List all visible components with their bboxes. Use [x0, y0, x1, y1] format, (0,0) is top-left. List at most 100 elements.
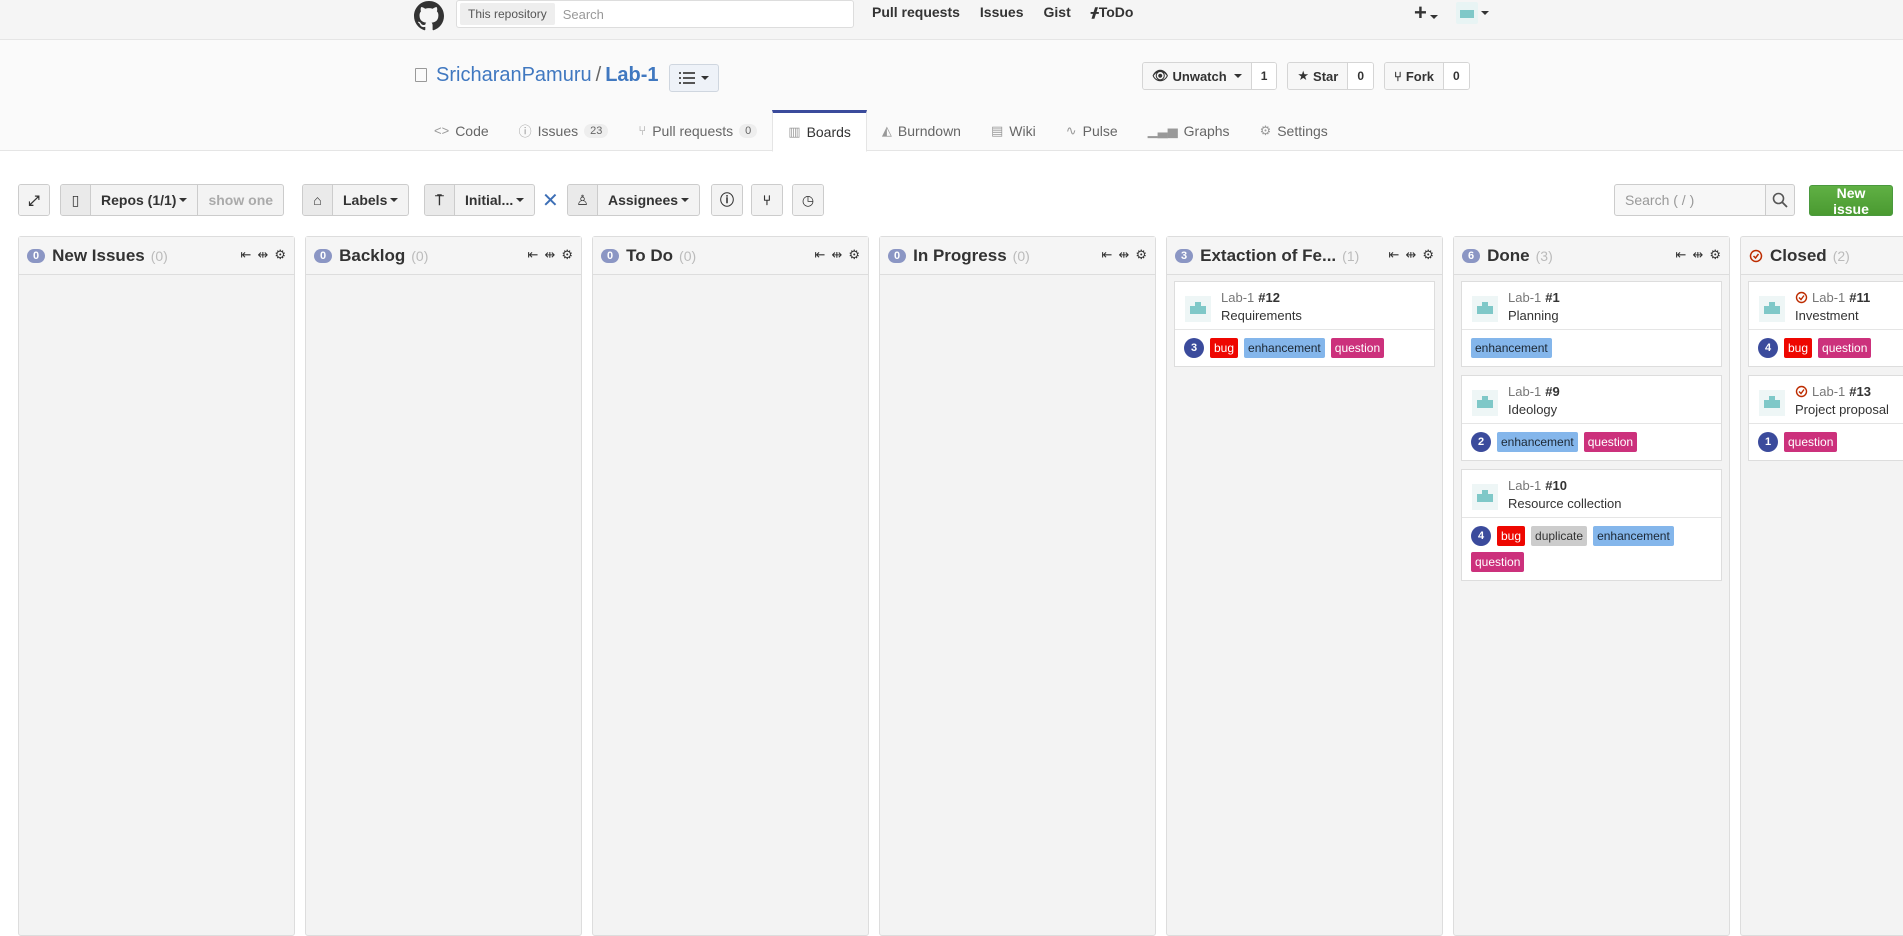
collapse-left-icon[interactable]: ⇤: [1102, 247, 1113, 263]
label-question[interactable]: question: [1583, 432, 1638, 452]
tab-issues[interactable]: ⓘ Issues 23: [504, 110, 624, 151]
nav-gist[interactable]: Gist: [1044, 4, 1071, 21]
nav-todo[interactable]: ᚋToDo: [1091, 4, 1134, 21]
card-title[interactable]: Planning: [1508, 308, 1560, 323]
label-enhancement[interactable]: enhancement: [1244, 338, 1325, 358]
card-title[interactable]: Project proposal: [1795, 402, 1889, 417]
issues-toggle-button[interactable]: ⓘ: [711, 184, 743, 216]
label-question[interactable]: question: [1818, 338, 1872, 358]
collapse-left-icon[interactable]: ⇤: [1676, 247, 1687, 263]
column-header[interactable]: 0 Backlog (0) ⇤ ⇹ ⚙: [306, 237, 581, 275]
card-repo[interactable]: Lab-1: [1508, 290, 1541, 305]
gear-icon[interactable]: ⚙: [274, 247, 286, 263]
star-count[interactable]: 0: [1348, 63, 1374, 89]
tab-settings[interactable]: ⚙ Settings: [1245, 110, 1343, 151]
tab-burndown[interactable]: ◭ Burndown: [867, 110, 976, 151]
label-bug[interactable]: bug: [1210, 338, 1239, 358]
nav-pull-requests[interactable]: Pull requests: [872, 4, 960, 21]
label-duplicate[interactable]: duplicate: [1531, 526, 1588, 546]
expand-column-icon[interactable]: ⇹: [1692, 247, 1703, 263]
collapse-left-icon[interactable]: ⇤: [1389, 247, 1400, 263]
card-number[interactable]: #10: [1545, 478, 1567, 493]
tab-code[interactable]: <> Code: [419, 110, 504, 151]
expand-column-icon[interactable]: ⇹: [1118, 247, 1129, 263]
card-repo[interactable]: Lab-1: [1508, 478, 1541, 493]
new-issue-button[interactable]: New issue: [1809, 185, 1893, 217]
fork-count[interactable]: 0: [1444, 63, 1469, 89]
watch-button[interactable]: 👁 Unwatch 1: [1142, 62, 1278, 90]
card-number[interactable]: #11: [1849, 290, 1870, 305]
pull-requests-toggle-button[interactable]: ⑂: [751, 184, 783, 216]
column-header[interactable]: 3 Extaction of Fe... (1) ⇤ ⇹ ⚙: [1167, 237, 1442, 275]
expand-column-icon[interactable]: ⇹: [831, 247, 842, 263]
show-one-button[interactable]: show one: [197, 185, 283, 215]
star-button[interactable]: ★ Star 0: [1287, 62, 1375, 90]
gear-icon[interactable]: ⚙: [1709, 247, 1721, 263]
expand-column-icon[interactable]: ⇹: [257, 247, 268, 263]
nav-issues[interactable]: Issues: [980, 4, 1024, 21]
card-number[interactable]: #13: [1849, 384, 1871, 399]
board-search-input[interactable]: [1614, 184, 1766, 216]
column-header[interactable]: 0 To Do (0) ⇤ ⇹ ⚙: [593, 237, 868, 275]
card-repo[interactable]: Lab-1: [1812, 384, 1845, 399]
collapse-left-icon[interactable]: ⇤: [241, 247, 252, 263]
gear-icon[interactable]: ⚙: [1422, 247, 1434, 263]
board-search-button[interactable]: [1765, 184, 1795, 216]
card-repo[interactable]: Lab-1: [1508, 384, 1541, 399]
issue-card[interactable]: Lab-1 #13 Project proposal 1 question: [1748, 375, 1903, 461]
clear-milestone-icon[interactable]: ✕: [542, 188, 559, 213]
card-repo[interactable]: Lab-1: [1812, 290, 1845, 305]
card-title[interactable]: Ideology: [1508, 402, 1560, 417]
assignees-filter[interactable]: ♙ Assignees: [567, 184, 701, 216]
tab-pull-requests[interactable]: ⑂ Pull requests 0: [623, 110, 772, 151]
card-title[interactable]: Resource collection: [1508, 496, 1621, 511]
issue-card[interactable]: Lab-1 #11 Investment 4 bug question: [1748, 281, 1903, 367]
labels-filter[interactable]: ⌂ Labels: [302, 184, 410, 216]
tab-pulse[interactable]: ∿ Pulse: [1051, 110, 1133, 151]
card-number[interactable]: #1: [1545, 290, 1559, 305]
tab-wiki[interactable]: ▤ Wiki: [976, 110, 1051, 151]
issue-card[interactable]: Lab-1 #1 Planning enhancement: [1461, 281, 1722, 367]
card-number[interactable]: #12: [1258, 290, 1280, 305]
gear-icon[interactable]: ⚙: [848, 247, 860, 263]
label-bug[interactable]: bug: [1784, 338, 1813, 358]
label-enhancement[interactable]: enhancement: [1471, 338, 1552, 358]
create-new-button[interactable]: +: [1414, 2, 1438, 24]
milestone-filter[interactable]: ⍑ Initial...: [424, 184, 536, 216]
column-header[interactable]: 0 In Progress (0) ⇤ ⇹ ⚙: [880, 237, 1155, 275]
fullscreen-button[interactable]: ⤢: [18, 184, 50, 216]
closed-toggle-button[interactable]: ◷: [792, 184, 824, 216]
github-logo-icon[interactable]: [413, 0, 445, 32]
repos-filter[interactable]: ▯ Repos (1/1) show one: [60, 184, 285, 216]
column-header[interactable]: Closed (2): [1741, 237, 1903, 275]
label-enhancement[interactable]: enhancement: [1497, 432, 1578, 452]
collapse-left-icon[interactable]: ⇤: [528, 247, 539, 263]
gear-icon[interactable]: ⚙: [561, 247, 573, 263]
gear-icon[interactable]: ⚙: [1135, 247, 1147, 263]
card-title[interactable]: Investment: [1795, 308, 1870, 323]
issue-card[interactable]: Lab-1 #12 Requirements 3 bug enhancement …: [1174, 281, 1435, 367]
column-header[interactable]: 6 Done (3) ⇤ ⇹ ⚙: [1454, 237, 1729, 275]
expand-column-icon[interactable]: ⇹: [544, 247, 555, 263]
label-question[interactable]: question: [1784, 432, 1838, 452]
issue-card[interactable]: Lab-1 #9 Ideology 2 enhancement question: [1461, 375, 1722, 461]
column-header[interactable]: 0 New Issues (0) ⇤ ⇹ ⚙: [19, 237, 294, 275]
header-search-input[interactable]: [562, 6, 843, 22]
expand-column-icon[interactable]: ⇹: [1405, 247, 1416, 263]
header-search[interactable]: This repository: [456, 0, 854, 28]
fork-button[interactable]: ⑂ Fork 0: [1384, 62, 1470, 90]
card-number[interactable]: #9: [1545, 384, 1559, 399]
repo-name-link[interactable]: Lab-1: [605, 64, 658, 86]
watch-count[interactable]: 1: [1251, 63, 1277, 89]
card-title[interactable]: Requirements: [1221, 308, 1302, 323]
tab-boards[interactable]: ▥ Boards: [772, 110, 867, 152]
label-question[interactable]: question: [1471, 552, 1525, 572]
label-question[interactable]: question: [1330, 338, 1385, 358]
repo-list-menu-button[interactable]: [669, 64, 719, 92]
tab-graphs[interactable]: ▁▃▅ Graphs: [1133, 110, 1245, 151]
issue-card[interactable]: Lab-1 #10 Resource collection 4 bug dupli…: [1461, 469, 1722, 581]
card-repo[interactable]: Lab-1: [1221, 290, 1254, 305]
user-menu-button[interactable]: [1455, 2, 1489, 24]
collapse-left-icon[interactable]: ⇤: [815, 247, 826, 263]
label-enhancement[interactable]: enhancement: [1593, 526, 1674, 546]
